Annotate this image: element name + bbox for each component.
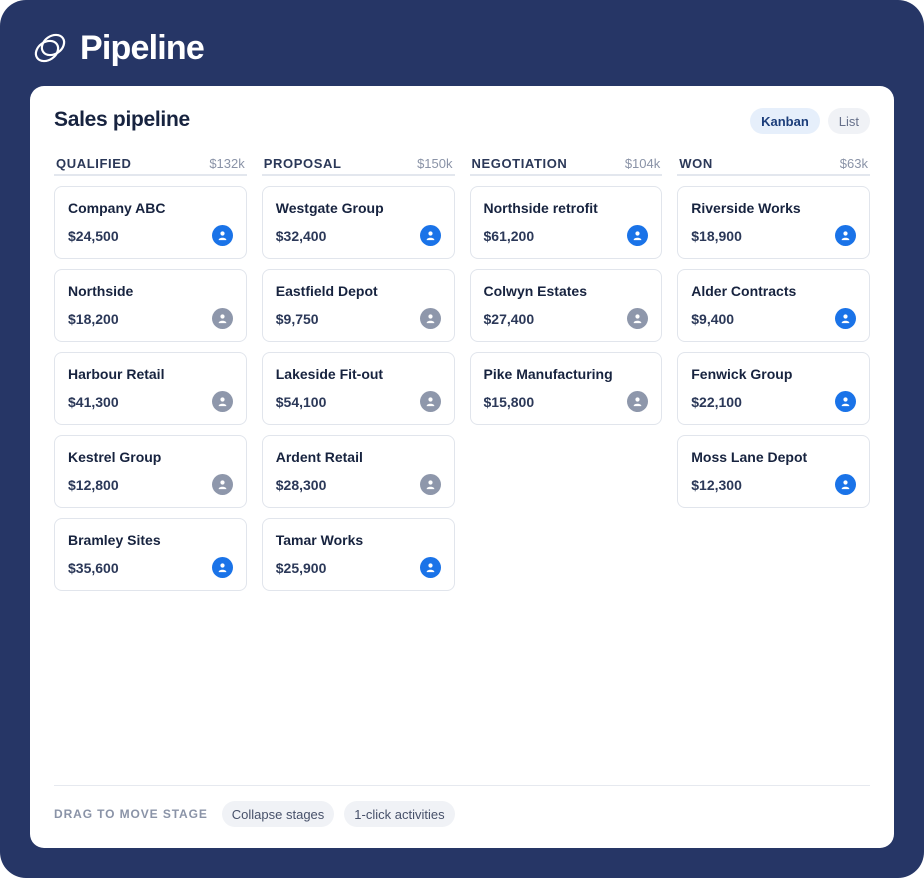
deal-value: $35,600 — [68, 560, 119, 576]
user-avatar-icon[interactable] — [211, 225, 233, 246]
stage-name: QUALIFIED — [56, 155, 132, 171]
deal-name: Bramley Sites — [68, 532, 161, 548]
deal-card[interactable]: Northside $18,200 — [54, 269, 247, 342]
deal-name: Lakeside Fit-out — [275, 366, 384, 382]
deal-card[interactable]: Pike Manufacturing $15,800 — [469, 352, 663, 425]
stage-header: WON $63k — [677, 152, 870, 176]
drag-hint: DRAG TO MOVE STAGE — [54, 807, 208, 821]
user-avatar-icon[interactable] — [211, 391, 233, 412]
stage-total: $63k — [839, 155, 868, 171]
deal-value: $15,800 — [483, 394, 535, 410]
user-avatar-icon[interactable] — [211, 557, 233, 578]
deal-name: Northside retrofit — [483, 200, 598, 216]
user-avatar-icon[interactable] — [419, 557, 441, 578]
user-avatar-icon[interactable] — [211, 474, 233, 495]
deal-name: Colwyn Estates — [483, 283, 587, 299]
user-avatar-icon[interactable] — [211, 308, 233, 329]
board-footer: DRAG TO MOVE STAGE Collapse stages 1-cli… — [54, 785, 870, 827]
stage-name: PROPOSAL — [263, 155, 342, 171]
deal-name: Eastfield Depot — [275, 283, 378, 299]
user-avatar-icon[interactable] — [627, 391, 649, 412]
deal-card[interactable]: Riverside Works $18,900 — [677, 186, 870, 259]
deal-value: $54,100 — [275, 394, 327, 410]
deal-name: Pike Manufacturing — [483, 366, 613, 382]
user-avatar-icon[interactable] — [419, 474, 441, 495]
deal-card[interactable]: Ardent Retail $28,300 — [261, 435, 455, 508]
user-avatar-icon[interactable] — [835, 308, 856, 329]
deal-value: $61,200 — [483, 228, 535, 244]
stage-name: WON — [679, 155, 713, 171]
deal-value: $25,900 — [275, 560, 327, 576]
user-avatar-icon[interactable] — [627, 225, 649, 246]
deal-name: Moss Lane Depot — [691, 449, 808, 465]
stage-column: PROPOSAL $150k Westgate Group $32,400 Eastfi… — [261, 152, 455, 601]
kanban-board: QUALIFIED $132k Company ABC $24,500 Northsid… — [54, 152, 870, 601]
deal-card[interactable]: Tamar Works $25,900 — [261, 518, 455, 591]
deal-card[interactable]: Kestrel Group $12,800 — [54, 435, 247, 508]
user-avatar-icon[interactable] — [419, 391, 441, 412]
deal-value: $18,200 — [68, 311, 119, 327]
deal-value: $12,800 — [68, 477, 119, 493]
deal-name: Ardent Retail — [275, 449, 363, 465]
app-name: Pipeline — [80, 28, 205, 67]
page-title: Sales pipeline — [54, 108, 190, 131]
deal-card[interactable]: Colwyn Estates $27,400 — [469, 269, 663, 342]
deal-name: Fenwick Group — [691, 366, 793, 382]
deal-name: Harbour Retail — [68, 366, 165, 382]
deal-value: $28,300 — [275, 477, 327, 493]
deal-card[interactable]: Moss Lane Depot $12,300 — [677, 435, 870, 508]
deal-name: Kestrel Group — [68, 449, 162, 465]
user-avatar-icon[interactable] — [419, 308, 441, 329]
deal-card[interactable]: Fenwick Group $22,100 — [677, 352, 870, 425]
stage-header: QUALIFIED $132k — [54, 152, 247, 176]
one-click-activities-button[interactable]: 1-click activities — [344, 801, 455, 827]
view-toggle: Kanban List — [750, 108, 870, 134]
deal-value: $22,100 — [691, 394, 742, 410]
view-kanban-button[interactable]: Kanban — [750, 108, 820, 134]
deal-value: $18,900 — [691, 228, 742, 244]
collapse-stages-button[interactable]: Collapse stages — [221, 801, 335, 827]
user-avatar-icon[interactable] — [835, 474, 856, 495]
pipeline-logo-icon — [34, 33, 66, 63]
deal-card[interactable]: Lakeside Fit-out $54,100 — [261, 352, 455, 425]
stage-header: PROPOSAL $150k — [261, 152, 455, 176]
view-list-button[interactable]: List — [827, 108, 870, 134]
deal-value: $9,750 — [275, 311, 319, 327]
deal-card[interactable]: Northside retrofit $61,200 — [469, 186, 663, 259]
deal-card[interactable]: Harbour Retail $41,300 — [54, 352, 247, 425]
deal-card[interactable]: Westgate Group $32,400 — [261, 186, 455, 259]
deal-value: $24,500 — [68, 228, 119, 244]
user-avatar-icon[interactable] — [835, 225, 856, 246]
stage-total: $132k — [209, 155, 245, 171]
deal-value: $9,400 — [691, 311, 735, 327]
deal-value: $12,300 — [691, 477, 742, 493]
deal-name: Tamar Works — [275, 532, 364, 548]
stage-column: NEGOTIATION $104k Northside retrofit $61,20… — [469, 152, 663, 601]
user-avatar-icon[interactable] — [627, 308, 649, 329]
stage-column: WON $63k Riverside Works $18,900 Alder Contr… — [677, 152, 870, 601]
deal-card[interactable]: Company ABC $24,500 — [54, 186, 247, 259]
deal-card[interactable]: Bramley Sites $35,600 — [54, 518, 247, 591]
deal-value: $27,400 — [483, 311, 535, 327]
deal-name: Westgate Group — [275, 200, 384, 216]
stage-column: QUALIFIED $132k Company ABC $24,500 Northsid… — [54, 152, 247, 601]
brand: Pipeline — [32, 28, 205, 68]
stage-total: $150k — [417, 155, 453, 171]
deal-card[interactable]: Eastfield Depot $9,750 — [261, 269, 455, 342]
deal-name: Northside — [68, 283, 134, 299]
stage-header: NEGOTIATION $104k — [469, 152, 663, 176]
user-avatar-icon[interactable] — [835, 391, 856, 412]
stage-total: $104k — [624, 155, 661, 171]
user-avatar-icon[interactable] — [419, 225, 441, 246]
pipeline-panel: Sales pipeline Kanban List QUALIFIED $132… — [30, 86, 894, 848]
deal-name: Riverside Works — [691, 200, 801, 216]
deal-name: Alder Contracts — [691, 283, 797, 299]
stage-name: NEGOTIATION — [471, 155, 568, 171]
deal-card[interactable]: Alder Contracts $9,400 — [677, 269, 870, 342]
deal-name: Company ABC — [68, 200, 166, 216]
deal-value: $41,300 — [68, 394, 119, 410]
app-frame: Pipeline Sales pipeline Kanban List QUAL… — [0, 0, 924, 878]
deal-value: $32,400 — [275, 228, 327, 244]
